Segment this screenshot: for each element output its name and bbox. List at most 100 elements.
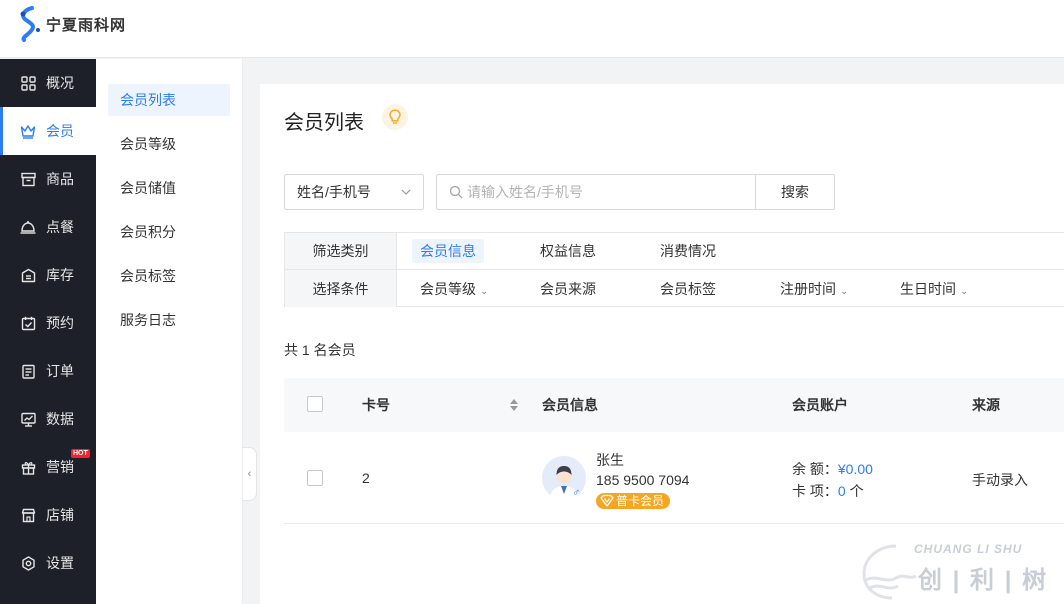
balance-value[interactable]: ¥0.00 (838, 461, 873, 477)
sidebar-item-store[interactable]: 店铺 (0, 491, 96, 539)
sidebar-item-label: 预约 (46, 315, 74, 331)
search-input[interactable] (467, 175, 747, 209)
filter-member-level-label: 会员等级 (420, 280, 476, 297)
logo-icon (20, 6, 40, 42)
gift-icon (20, 459, 36, 475)
member-level-label: 普卡会员 (616, 494, 665, 508)
dashboard-icon (20, 75, 36, 91)
search-type-select[interactable]: 姓名/手机号 (284, 174, 424, 210)
search-button[interactable]: 搜索 (755, 174, 835, 210)
col-member-account: 会员账户 (792, 397, 848, 413)
filter-condition-row: 选择条件 会员等级 ⌄ 会员来源 会员标签 注册时间 ⌄ 生日时间 ⌄ (285, 270, 1064, 307)
chevron-down-icon: ⌄ (840, 285, 849, 297)
filter-member-tags-label: 会员标签 (660, 280, 716, 297)
filter-birthday-label: 生日时间 (900, 280, 956, 297)
top-bar: 宁夏雨科网 (0, 0, 1064, 58)
gender-male-icon: ♂ (572, 487, 581, 499)
filter-tab-benefits[interactable]: 权益信息 (532, 239, 604, 263)
sidebar-item-booking[interactable]: 预约 (0, 299, 96, 347)
settings-icon (20, 555, 36, 571)
filter-birthday-dropdown[interactable]: 生日时间 ⌄ (892, 277, 976, 301)
sidebar-item-products[interactable]: 商品 (0, 155, 96, 203)
subnav-item-member-tags[interactable]: 会员标签 (108, 260, 230, 292)
brand-name: 宁夏雨科网 (46, 15, 127, 34)
watermark-latin: CHUANG LI SHU (914, 542, 1023, 556)
member-subnav: 会员列表 会员等级 会员储值 会员积分 会员标签 服务日志 (96, 59, 243, 604)
sidebar-item-label: 店铺 (46, 507, 74, 523)
row-checkbox[interactable] (307, 470, 323, 486)
card-no: 2 (362, 470, 370, 486)
filter-member-level-dropdown[interactable]: 会员等级 ⌄ (412, 277, 496, 301)
diamond-v-icon (600, 494, 614, 507)
filter-panel: 筛选类别 会员信息 权益信息 消费情况 选择条件 会员等级 ⌄ 会员来源 会员标签… (284, 232, 1064, 307)
table-row[interactable]: 2 ♂ 张生 185 9500 7094 普卡会员 余 额：¥0.00 卡 项：… (284, 432, 1064, 524)
member-source: 手动录入 (972, 472, 1028, 488)
filter-register-time-dropdown[interactable]: 注册时间 ⌄ (772, 277, 856, 301)
filter-tab-consumption[interactable]: 消费情况 (652, 239, 724, 263)
sidebar-item-label: 库存 (46, 267, 74, 283)
sidebar-item-inventory[interactable]: 库存 (0, 251, 96, 299)
page-title: 会员列表 (284, 112, 364, 134)
sidebar-item-data[interactable]: 数据 (0, 395, 96, 443)
monitor-chart-icon (20, 411, 36, 427)
sidebar-item-label: 商品 (46, 171, 74, 187)
filter-member-tags[interactable]: 会员标签 (652, 277, 724, 301)
balance-label: 余 额： (792, 461, 838, 477)
sidebar-item-orders[interactable]: 订单 (0, 347, 96, 395)
search-field (436, 174, 756, 210)
inventory-icon (20, 267, 36, 283)
collapse-subnav-button[interactable]: ‹ (243, 447, 257, 501)
subnav-item-member-list[interactable]: 会员列表 (108, 84, 230, 116)
table-header: 卡号 会员信息 会员账户 来源 (284, 378, 1064, 432)
subnav-item-service-log[interactable]: 服务日志 (108, 304, 230, 336)
card-items-count[interactable]: 0 (838, 483, 846, 499)
sort-icon[interactable] (509, 398, 519, 412)
filter-member-source[interactable]: 会员来源 (532, 277, 604, 301)
filter-condition-label: 选择条件 (285, 270, 397, 307)
member-count: 共 1 名会员 (284, 342, 356, 358)
search-icon (449, 185, 463, 202)
lightbulb-icon (389, 109, 401, 124)
subnav-item-member-points[interactable]: 会员积分 (108, 216, 230, 248)
card-items-label: 卡 项： (792, 483, 838, 499)
card-items-unit: 个 (849, 483, 864, 499)
select-all-checkbox[interactable] (307, 396, 323, 412)
subnav-item-member-stored-value[interactable]: 会员储值 (108, 172, 230, 204)
chevron-down-icon: ⌄ (960, 285, 969, 297)
order-icon (20, 363, 36, 379)
filter-register-time-label: 注册时间 (780, 280, 836, 297)
hot-badge: HOT (71, 449, 90, 458)
subnav-item-member-levels[interactable]: 会员等级 (108, 128, 230, 160)
calendar-check-icon (20, 315, 36, 331)
filter-category-row: 筛选类别 会员信息 权益信息 消费情况 (285, 233, 1064, 270)
col-source: 来源 (972, 397, 1000, 413)
sidebar: 概况 会员 商品 点餐 库存 预约 订单 数据 营销 HOT 店铺 设置 (0, 59, 96, 604)
sidebar-item-overview[interactable]: 概况 (0, 59, 96, 107)
watermark-logo-icon (862, 544, 917, 600)
sidebar-item-label: 数据 (46, 411, 74, 427)
sidebar-item-label: 会员 (46, 123, 74, 139)
sidebar-item-ordering[interactable]: 点餐 (0, 203, 96, 251)
member-name[interactable]: 张生 (596, 450, 624, 470)
filter-member-source-label: 会员来源 (540, 280, 596, 297)
filter-tab-member-info[interactable]: 会员信息 (412, 239, 484, 263)
brand-logo[interactable]: 宁夏雨科网 (18, 6, 126, 42)
watermark-cn: 创 | 利 | 树 (918, 567, 1049, 594)
tips-bulb-button[interactable] (382, 104, 408, 130)
card-items-line: 卡 项：0 个 (792, 481, 864, 501)
sidebar-item-label: 订单 (46, 363, 74, 379)
search-type-value: 姓名/手机号 (297, 184, 371, 200)
sidebar-item-settings[interactable]: 设置 (0, 539, 96, 587)
col-member-info: 会员信息 (542, 397, 598, 413)
sidebar-item-marketing[interactable]: 营销 HOT (0, 443, 96, 491)
col-card-no: 卡号 (362, 397, 390, 413)
balance-line: 余 额：¥0.00 (792, 459, 873, 479)
main-panel: 会员列表 姓名/手机号 搜索 筛选类别 会员信息 权益信息 消费情况 选择条件 … (260, 84, 1064, 604)
sidebar-item-label: 概况 (46, 75, 74, 91)
chevron-down-icon (401, 175, 411, 222)
member-phone: 185 9500 7094 (596, 472, 690, 488)
sidebar-item-members[interactable]: 会员 (0, 107, 96, 155)
food-cover-icon (20, 219, 36, 235)
chevron-down-icon: ⌄ (480, 285, 489, 297)
chevron-left-icon: ‹ (247, 468, 252, 480)
